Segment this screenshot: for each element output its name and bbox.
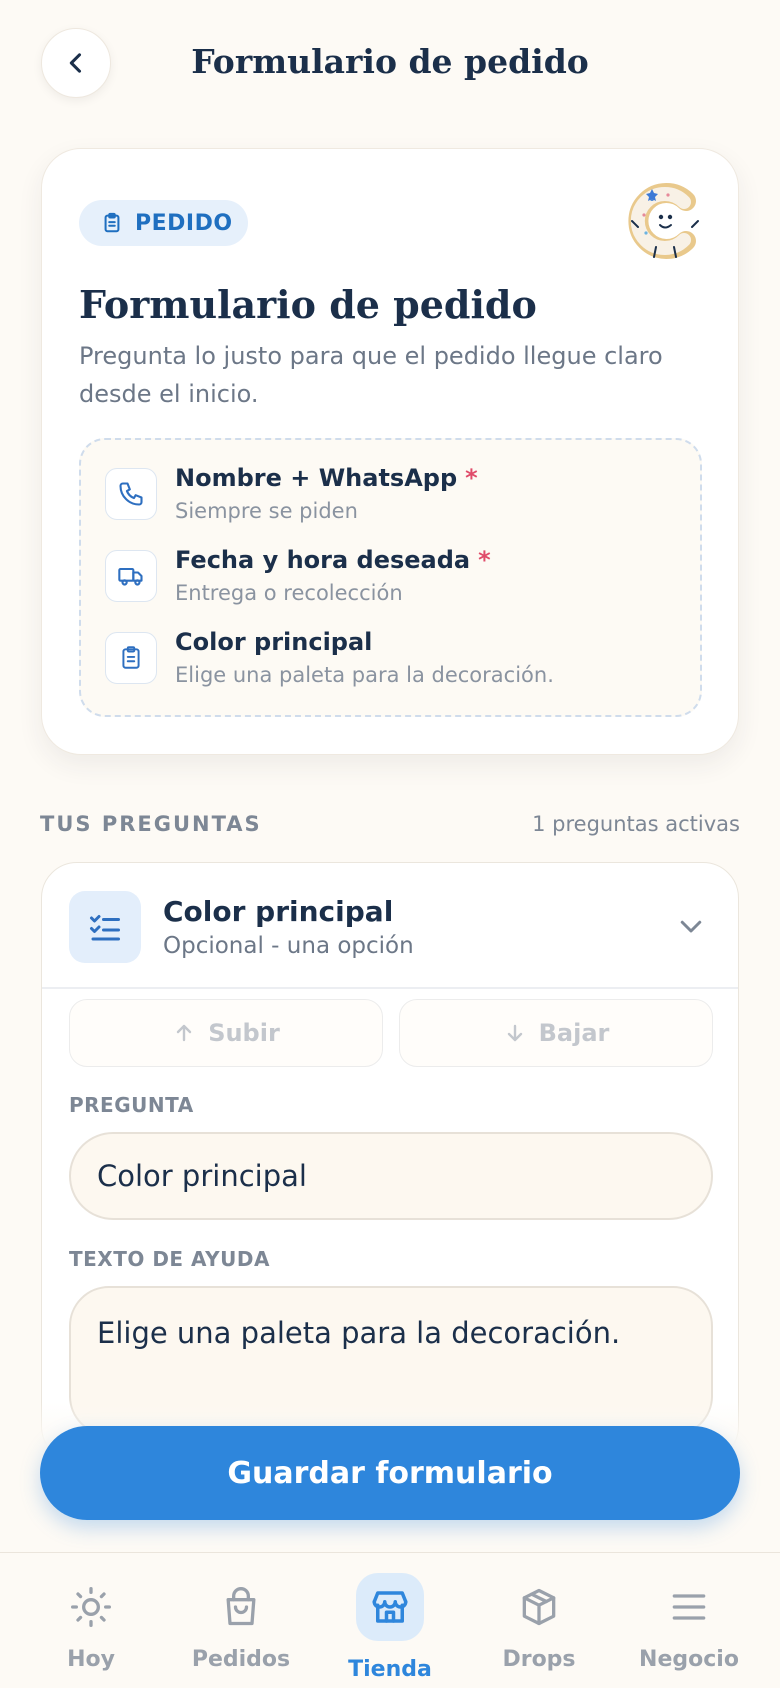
clipboard-icon [122,646,140,669]
list-item: Nombre + WhatsApp * Siempre se piden [105,464,675,536]
checklist-icon [90,915,120,941]
list-item: Fecha y hora deseada * Entrega o recolecc… [105,546,675,618]
question-title: Color principal [163,895,394,928]
truck-icon [118,567,143,586]
section-label: TUS PREGUNTAS [40,812,262,836]
nav-label: Tienda [348,1657,432,1682]
nav-item-pedidos[interactable]: Pedidos [166,1553,316,1688]
move-down-button[interactable]: Bajar [399,999,713,1067]
form-preview-card: PEDIDO Formulario de pedido Pregunta lo … [41,148,739,755]
bottom-nav: Hoy Pedidos Tienda Drops Negocio [0,1552,780,1688]
move-up-button[interactable]: Subir [69,999,383,1067]
move-up-label: Subir [208,1019,280,1047]
nav-label: Hoy [67,1647,115,1672]
order-badge: PEDIDO [79,200,248,246]
page-title: Formulario de pedido [191,42,589,81]
field-title: Fecha y hora deseada * [175,546,491,574]
sun-icon [71,1587,111,1627]
question-subtitle: Opcional - una opción [163,933,414,959]
badge-label: PEDIDO [135,210,233,236]
nav-label: Negocio [639,1647,739,1672]
nav-item-tienda[interactable]: Tienda [315,1553,465,1688]
menu-icon [672,1594,706,1620]
active-questions-count: 1 preguntas activas [532,812,740,836]
help-text-label: TEXTO DE AYUDA [69,1247,270,1271]
preview-subtitle: Pregunta lo justo para que el pedido lle… [79,342,663,408]
header: Formulario de pedido [0,0,780,125]
store-icon [372,1591,408,1623]
shopping-bag-icon [226,1587,256,1626]
required-marker: * [465,464,478,492]
question-header[interactable]: Color principal Opcional - una opción [42,863,738,989]
donut-mascot-icon [628,183,699,259]
question-label: PREGUNTA [69,1093,194,1117]
phone-icon [119,482,143,506]
question-input[interactable]: Color principal [69,1132,713,1220]
field-subtitle: Elige una paleta para la decoración. [175,663,554,687]
move-down-label: Bajar [538,1019,610,1047]
field-preview-list: Nombre + WhatsApp * Siempre se piden Fech… [79,438,702,717]
save-form-button[interactable]: Guardar formulario [40,1426,740,1520]
clipboard-icon [104,212,120,233]
question-card: Color principal Opcional - una opción Su… [41,862,739,1462]
arrow-up-icon [176,1024,192,1042]
chevron-down-icon[interactable] [676,911,706,941]
field-title: Color principal [175,628,373,656]
nav-label: Drops [502,1647,576,1672]
field-title: Nombre + WhatsApp * [175,464,478,492]
help-text-value: Elige una paleta para la decoración. [97,1316,621,1350]
nav-item-negocio[interactable]: Negocio [614,1553,764,1688]
question-input-value: Color principal [97,1159,307,1193]
nav-item-drops[interactable]: Drops [464,1553,614,1688]
nav-label: Pedidos [191,1647,291,1672]
box-icon [522,1588,556,1626]
field-subtitle: Siempre se piden [175,499,358,523]
arrow-down-icon [507,1024,522,1042]
required-marker: * [478,546,491,574]
list-item: Color principal Elige una paleta para la… [105,628,675,700]
preview-title: Formulario de pedido [79,282,537,327]
nav-item-hoy[interactable]: Hoy [16,1553,166,1688]
field-subtitle: Entrega o recolección [175,581,403,605]
